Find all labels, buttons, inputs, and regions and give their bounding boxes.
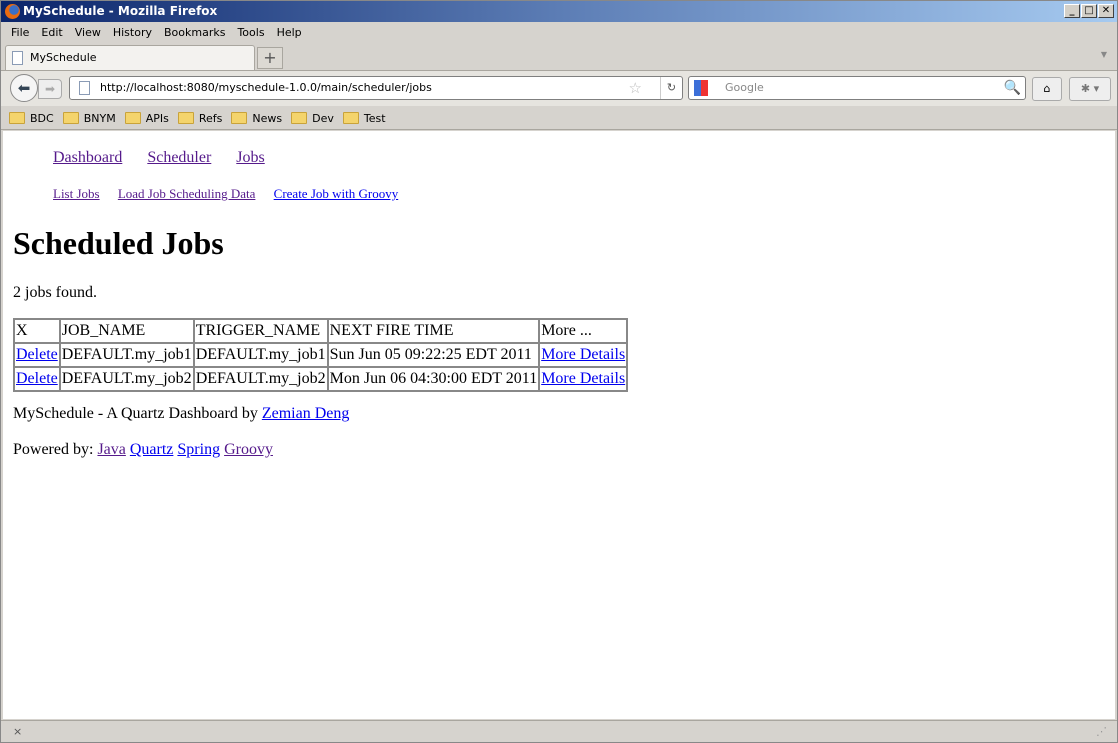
back-button[interactable]: ⬅ — [10, 74, 38, 102]
search-placeholder: Google — [725, 81, 764, 94]
bookmark-label: BDC — [30, 111, 54, 125]
trigger-name: DEFAULT.my_job1 — [193, 343, 328, 367]
bookmark-label: Dev — [312, 111, 334, 125]
bookmark-folder-apis[interactable]: APIs — [124, 111, 169, 125]
trigger-name: DEFAULT.my_job2 — [193, 367, 328, 391]
sub-nav: List Jobs Load Job Scheduling Data Creat… — [53, 186, 413, 202]
next-fire-time: Mon Jun 06 04:30:00 EDT 2011 — [327, 367, 540, 391]
job-name: DEFAULT.my_job2 — [59, 367, 194, 391]
window-title: MySchedule - Mozilla Firefox — [23, 4, 218, 18]
spring-link[interactable]: Spring — [177, 441, 220, 458]
menu-history[interactable]: History — [107, 23, 158, 43]
title-bar: MySchedule - Mozilla Firefox _ □ ✕ — [1, 1, 1117, 22]
subnav-load-data[interactable]: Load Job Scheduling Data — [118, 186, 256, 201]
tab-strip: MySchedule + ▼ — [1, 44, 1117, 71]
next-fire-time: Sun Jun 05 09:22:25 EDT 2011 — [327, 343, 540, 367]
main-nav: Dashboard Scheduler Jobs — [53, 149, 286, 167]
table-row: Delete DEFAULT.my_job2 DEFAULT.my_job2 M… — [14, 367, 628, 391]
bookmark-folder-refs[interactable]: Refs — [177, 111, 223, 125]
more-details-link[interactable]: More Details — [541, 346, 625, 363]
bookmark-folder-test[interactable]: Test — [342, 111, 386, 125]
nav-scheduler[interactable]: Scheduler — [147, 149, 211, 166]
close-button[interactable]: ✕ — [1098, 4, 1114, 18]
search-input[interactable]: Google 🔍 — [688, 76, 1026, 100]
powered-label: Powered by: — [13, 441, 94, 458]
reload-button[interactable]: ↻ — [660, 77, 682, 99]
navigation-toolbar: ⬅ ➡ http://localhost:8080/myschedule-1.0… — [1, 70, 1117, 106]
header-more: More ... — [539, 319, 628, 343]
menu-view[interactable]: View — [69, 23, 107, 43]
jobs-table: X JOB_NAME TRIGGER_NAME NEXT FIRE TIME M… — [13, 318, 629, 392]
subnav-list-jobs[interactable]: List Jobs — [53, 186, 100, 201]
job-count: 2 jobs found. — [13, 284, 97, 301]
page-icon — [79, 81, 90, 95]
header-trigger-name: TRIGGER_NAME — [193, 319, 328, 343]
page-icon — [12, 51, 23, 65]
menu-bookmarks[interactable]: Bookmarks — [158, 23, 231, 43]
status-bar: × ⋰ — [1, 720, 1117, 742]
more-details-link[interactable]: More Details — [541, 370, 625, 387]
delete-link[interactable]: Delete — [16, 370, 58, 387]
header-job-name: JOB_NAME — [59, 319, 194, 343]
url-text: http://localhost:8080/myschedule-1.0.0/m… — [100, 81, 432, 94]
browser-window: MySchedule - Mozilla Firefox _ □ ✕ File … — [0, 0, 1118, 743]
table-row: Delete DEFAULT.my_job1 DEFAULT.my_job1 S… — [14, 343, 628, 367]
forward-button[interactable]: ➡ — [38, 79, 62, 99]
tab-list-icon[interactable]: ▼ — [1101, 50, 1107, 59]
firefox-icon — [5, 4, 20, 19]
quartz-link[interactable]: Quartz — [130, 441, 174, 458]
author-link[interactable]: Zemian Deng — [262, 405, 350, 422]
menu-tools[interactable]: Tools — [231, 23, 270, 43]
home-button[interactable]: ⌂ — [1032, 77, 1062, 101]
close-addon-bar-icon[interactable]: × — [13, 725, 22, 738]
url-bar[interactable]: http://localhost:8080/myschedule-1.0.0/m… — [69, 76, 683, 100]
folder-icon — [231, 112, 248, 124]
bookmark-label: Test — [363, 111, 386, 125]
folder-icon — [9, 112, 25, 124]
menu-edit[interactable]: Edit — [35, 23, 68, 43]
folder-icon — [62, 112, 79, 124]
header-next-fire-time: NEXT FIRE TIME — [327, 319, 540, 343]
bookmark-label: BNYM — [83, 111, 116, 125]
subnav-create-groovy[interactable]: Create Job with Groovy — [274, 186, 399, 201]
tab-label: MySchedule — [30, 51, 97, 64]
page-title: Scheduled Jobs — [13, 225, 224, 261]
delete-link[interactable]: Delete — [16, 346, 58, 363]
tab-myschedule[interactable]: MySchedule — [5, 45, 255, 71]
footer-powered: Powered by: Java Quartz Spring Groovy — [13, 441, 273, 459]
bookmark-folder-bnym[interactable]: BNYM — [62, 111, 116, 125]
bookmark-folder-bdc[interactable]: BDC — [9, 112, 54, 125]
google-icon[interactable] — [694, 80, 708, 96]
nav-dashboard[interactable]: Dashboard — [53, 149, 122, 166]
bookmark-label: News — [252, 111, 283, 125]
bookmark-folder-dev[interactable]: Dev — [291, 112, 334, 125]
folder-icon — [291, 112, 308, 124]
folder-icon — [124, 112, 141, 124]
new-tab-button[interactable]: + — [257, 47, 283, 69]
bookmark-folder-news[interactable]: News — [231, 112, 282, 125]
bookmarks-toolbar: BDC BNYM APIs Refs News Dev Test — [1, 107, 1117, 130]
addon-button[interactable]: ✱ ▾ — [1069, 77, 1111, 101]
minimize-button[interactable]: _ — [1064, 4, 1080, 18]
bookmark-star-icon[interactable]: ☆ — [629, 77, 642, 99]
maximize-button[interactable]: □ — [1081, 4, 1097, 18]
job-name: DEFAULT.my_job1 — [59, 343, 194, 367]
folder-icon — [342, 112, 359, 124]
table-header-row: X JOB_NAME TRIGGER_NAME NEXT FIRE TIME M… — [14, 319, 628, 343]
folder-icon — [177, 112, 194, 124]
header-x: X — [14, 319, 60, 343]
search-icon[interactable]: 🔍 — [1004, 77, 1021, 99]
page-content: Dashboard Scheduler Jobs List Jobs Load … — [3, 131, 1115, 719]
menu-help[interactable]: Help — [271, 23, 308, 43]
nav-jobs[interactable]: Jobs — [236, 149, 264, 166]
resize-grip-icon[interactable]: ⋰ — [1096, 721, 1107, 743]
menu-bar: File Edit View History Bookmarks Tools H… — [5, 23, 308, 43]
menu-file[interactable]: File — [5, 23, 35, 43]
bookmark-label: Refs — [198, 111, 223, 125]
bookmark-label: APIs — [145, 111, 169, 125]
footer-credit: MySchedule - A Quartz Dashboard by Zemia… — [13, 405, 349, 423]
groovy-link[interactable]: Groovy — [224, 441, 273, 458]
java-link[interactable]: Java — [97, 441, 125, 458]
footer-text: MySchedule - A Quartz Dashboard by — [13, 405, 258, 422]
